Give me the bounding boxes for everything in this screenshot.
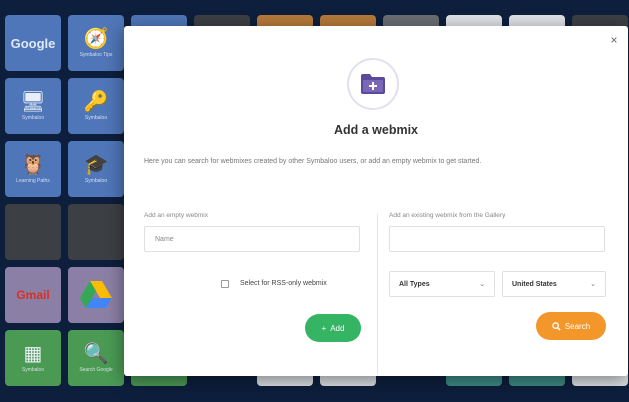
search-button[interactable]: Search (536, 312, 606, 340)
gallery-webmix-label: Add an existing webmix from the Gallery (389, 212, 506, 219)
gmail-tile-label: Gmail (16, 288, 50, 302)
empty-webmix-label: Add an empty webmix (144, 212, 208, 219)
add-button[interactable]: + Add (305, 314, 361, 342)
google-tile-label: Google (10, 35, 56, 51)
plus-icon: + (321, 323, 327, 333)
search-button-label: Search (564, 321, 591, 331)
dialog-title: Add a webmix (333, 123, 419, 137)
tile2-caption: Symbaloo (21, 115, 45, 121)
gmail-tile[interactable]: Gmail (5, 267, 61, 323)
gallery-search-input[interactable] (389, 226, 605, 252)
search-icon (552, 321, 561, 331)
symbaloo-tile-3[interactable]: 🔑 Symbaloo (68, 78, 124, 134)
rss-only-checkbox[interactable] (221, 280, 229, 288)
compass-icon: 🧭 (83, 28, 109, 50)
tile6-caption: Symbaloo (21, 367, 45, 373)
dialog-description: Here you can search for webmixes created… (144, 158, 482, 165)
key-icon: 🔑 (83, 91, 109, 113)
add-webmix-dialog: × Add a webmix Here you can search for w… (124, 26, 628, 376)
tile-r4c1[interactable] (5, 204, 61, 260)
region-select-value: United States (512, 280, 557, 288)
types-select[interactable]: All Types ⌄ (389, 271, 495, 297)
search-google-tile[interactable]: 🔍 Search Google (68, 330, 124, 386)
tile-r4c2[interactable] (68, 204, 124, 260)
monitor-icon: 🖥 (20, 91, 46, 113)
symbaloo-tile-5[interactable]: 🎓 Symbaloo (68, 141, 124, 197)
tile7-caption: Search Google (79, 367, 113, 373)
learning-paths-tile[interactable]: 🦉 Learning Paths (5, 141, 61, 197)
google-drive-icon (80, 281, 112, 308)
magnifier-icon: 🔍 (83, 343, 109, 365)
add-button-label: Add (330, 323, 345, 333)
region-select[interactable]: United States ⌄ (502, 271, 606, 297)
folder-icon-badge (347, 58, 399, 110)
google-drive-tile[interactable] (68, 267, 124, 323)
webmix-name-input[interactable]: Name (144, 226, 360, 252)
folder-add-icon (361, 74, 385, 94)
learning-paths-caption: Learning Paths (16, 178, 50, 184)
symbaloo-tips-tile[interactable]: 🧭 Symbaloo Tips (68, 15, 124, 71)
grid-icon: ▦ (23, 343, 43, 365)
chevron-down-icon: ⌄ (590, 281, 596, 288)
symbaloo-tile-6[interactable]: ▦ Symbaloo (5, 330, 61, 386)
column-divider (377, 214, 378, 374)
owl-icon: 🦉 (20, 154, 46, 176)
google-tile[interactable]: Google (5, 15, 61, 71)
chevron-down-icon: ⌄ (479, 281, 485, 288)
close-icon[interactable]: × (608, 34, 620, 46)
tile3-caption: Symbaloo (84, 115, 108, 121)
types-select-value: All Types (399, 280, 430, 288)
symbaloo-tips-caption: Symbaloo Tips (79, 52, 113, 58)
rss-only-label: Select for RSS-only webmix (240, 280, 327, 287)
tile5-caption: Symbaloo (84, 178, 108, 184)
graduation-cap-icon: 🎓 (83, 154, 109, 176)
symbaloo-tile-2[interactable]: 🖥 Symbaloo (5, 78, 61, 134)
